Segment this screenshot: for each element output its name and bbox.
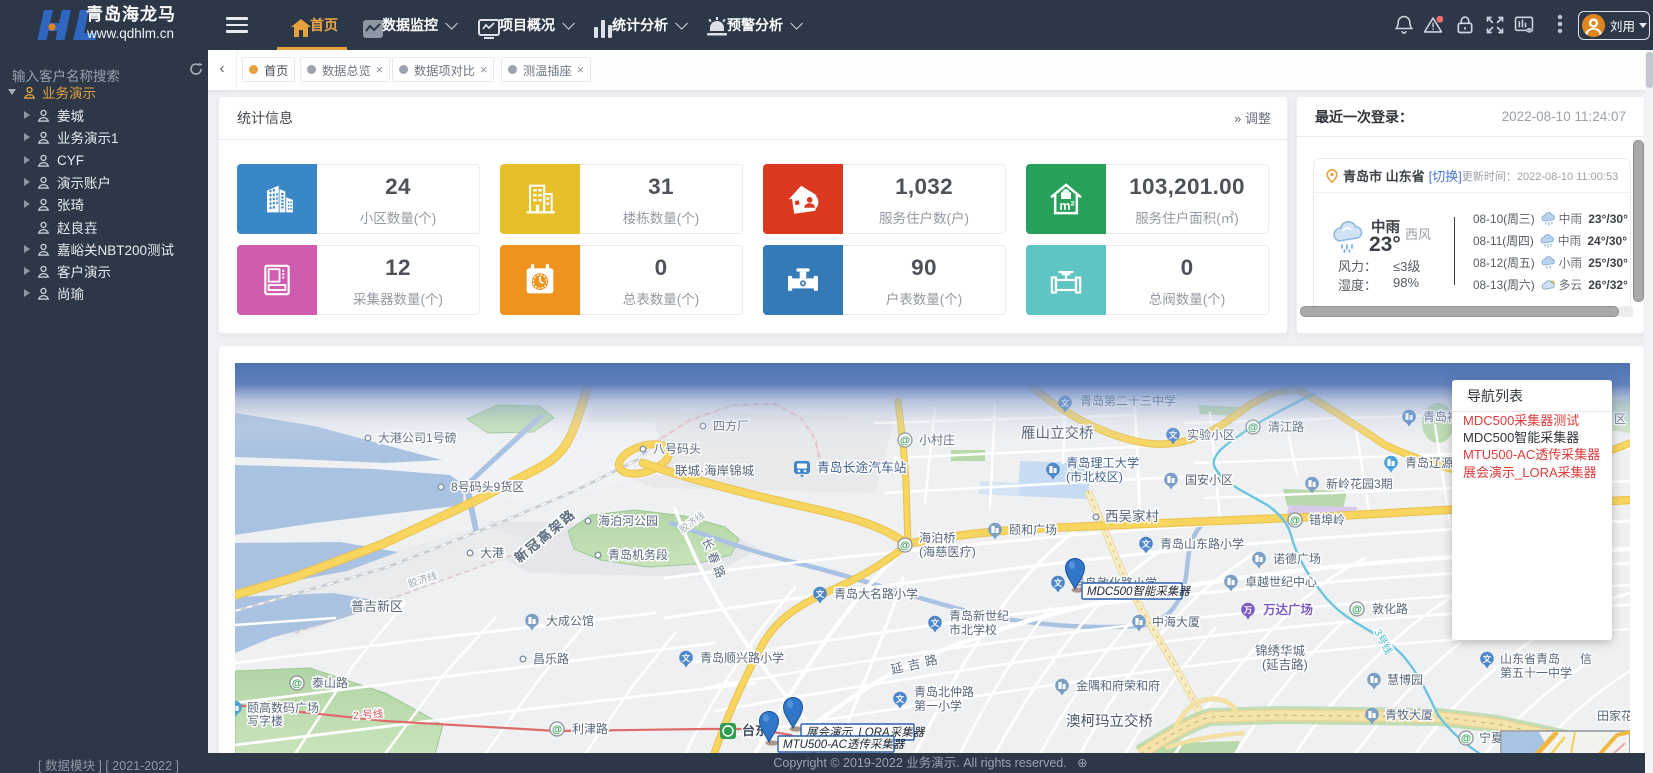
svg-text:青岛长途汽车站: 青岛长途汽车站 [817,460,907,475]
svg-text:山东省青岛: 山东省青岛 [1500,651,1560,666]
svg-text:万: 万 [1243,605,1253,615]
svg-text:青岛顺兴路小学: 青岛顺兴路小学 [700,650,784,665]
svg-text:www.qdhlm.cn: www.qdhlm.cn [86,26,174,41]
svg-text:青岛大名路小学: 青岛大名路小学 [834,586,918,601]
svg-text:信: 信 [1580,652,1592,666]
svg-text:青岛北仲路: 青岛北仲路 [914,684,974,699]
svg-text:第一小学: 第一小学 [914,698,962,713]
svg-text:文: 文 [1483,654,1492,664]
svg-text:错埠岭: 错埠岭 [1309,513,1345,527]
svg-text:泰山路: 泰山路 [312,675,348,690]
svg-text:澳柯玛立交桥: 澳柯玛立交桥 [1066,712,1153,730]
svg-text:利津路: 利津路 [572,721,608,736]
svg-text:@: @ [292,678,302,690]
svg-text:田家花: 田家花 [1597,708,1630,723]
svg-text:文: 文 [896,694,905,704]
svg-text:大成公馆: 大成公馆 [546,613,594,628]
svg-text:文: 文 [1142,539,1151,549]
svg-text:慧博园: 慧博园 [1387,672,1423,687]
svg-text:文: 文 [1054,578,1063,588]
svg-text:2-号线: 2-号线 [353,707,385,722]
svg-text:青岛理工大学: 青岛理工大学 [1066,455,1139,470]
svg-text:青岛机务段: 青岛机务段 [608,547,668,562]
svg-text:@: @ [1352,604,1362,616]
svg-text:锦绣华城: 锦绣华城 [1255,643,1306,658]
svg-text:诺德广场: 诺德广场 [1273,551,1321,566]
svg-text:万达广场: 万达广场 [1262,602,1313,617]
svg-text:@: @ [900,540,910,552]
svg-text:大港: 大港 [480,546,504,560]
svg-text:写字楼: 写字楼 [247,713,283,728]
svg-text:颐和广场: 颐和广场 [1009,523,1057,537]
svg-text:MDC500智能采集器: MDC500智能采集器 [1087,585,1191,598]
svg-text:青岛海龙马: 青岛海龙马 [86,4,176,24]
svg-text:海泊河公园: 海泊河公园 [598,513,658,528]
svg-text:西吴家村: 西吴家村 [1105,508,1159,524]
svg-text:(延吉路): (延吉路) [1262,657,1308,672]
svg-text:第五十一中学: 第五十一中学 [1500,665,1572,680]
svg-text:市北学校: 市北学校 [949,622,997,637]
svg-text:颐高数码广场: 颐高数码广场 [247,700,319,715]
svg-text:(海慈医疗): (海慈医疗) [919,544,976,559]
svg-text:金隅和府荣和府: 金隅和府荣和府 [1076,678,1160,693]
svg-text:新岭花园3期: 新岭花园3期 [1326,476,1393,491]
svg-text:@: @ [1290,515,1300,527]
svg-text:@: @ [552,724,562,736]
svg-text:青牧大厦: 青牧大厦 [1385,708,1433,722]
svg-text:文: 文 [931,618,940,628]
svg-text:联城·海岸锦城: 联城·海岸锦城 [675,463,755,478]
svg-text:@: @ [1461,733,1471,745]
svg-text:普吉新区: 普吉新区 [351,599,403,614]
svg-text:m²: m² [1059,199,1074,213]
svg-text:青岛山东路小学: 青岛山东路小学 [1160,536,1244,551]
svg-text:中海大厦: 中海大厦 [1152,614,1200,629]
svg-text:文: 文 [816,589,825,599]
svg-text:敦化路: 敦化路 [1372,601,1408,616]
svg-text:昌乐路: 昌乐路 [533,651,569,666]
svg-text:文: 文 [682,653,691,663]
svg-text:卓越世纪中心: 卓越世纪中心 [1245,574,1317,589]
svg-text:青岛新世纪: 青岛新世纪 [949,608,1009,623]
svg-text:8号码头9货区: 8号码头9货区 [451,479,524,494]
svg-text:海泊桥: 海泊桥 [919,530,956,545]
svg-text:国安小区: 国安小区 [1185,472,1233,487]
svg-text:(市北校区): (市北校区) [1066,469,1123,484]
svg-text:MTU500-AC透传采集器: MTU500-AC透传采集器 [783,738,906,751]
